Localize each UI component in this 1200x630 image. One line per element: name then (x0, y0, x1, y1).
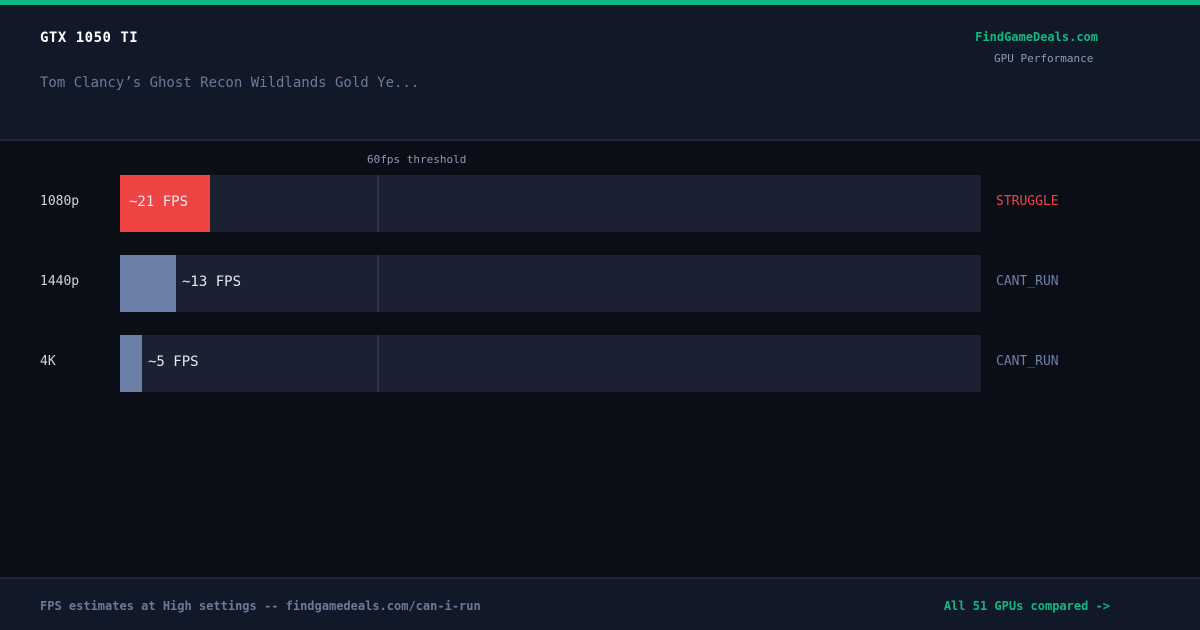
threshold-line (377, 175, 379, 232)
fps-value-label: ~5 FPS (148, 354, 199, 370)
bar-track: ~5 FPS (120, 335, 981, 392)
status-badge: CANT_RUN (996, 274, 1059, 289)
game-title: Tom Clancy’s Ghost Recon Wildlands Gold … (40, 75, 420, 91)
brand-subtitle: GPU Performance (994, 52, 1094, 65)
fps-bar (120, 335, 142, 392)
footer: FPS estimates at High settings -- findga… (0, 577, 1200, 630)
threshold-line (377, 335, 379, 392)
status-badge: STRUGGLE (996, 194, 1059, 209)
resolution-label: 4K (40, 354, 56, 369)
threshold-label: 60fps threshold (367, 153, 467, 166)
gpu-title: GTX 1050 TI (40, 30, 139, 46)
all-gpus-link[interactable]: All 51 GPUs compared -> (944, 599, 1110, 613)
fps-value-label: ~13 FPS (182, 274, 242, 290)
bar-track: ~21 FPS (120, 175, 981, 232)
threshold-line (377, 255, 379, 312)
footer-note: FPS estimates at High settings -- findga… (40, 599, 481, 613)
resolution-label: 1440p (40, 274, 80, 289)
bar-track: ~13 FPS (120, 255, 981, 312)
brand-link[interactable]: FindGameDeals.com (975, 30, 1098, 44)
status-badge: CANT_RUN (996, 354, 1059, 369)
fps-bar (120, 255, 176, 312)
header: GTX 1050 TI Tom Clancy’s Ghost Recon Wil… (0, 5, 1200, 141)
resolution-label: 1080p (40, 194, 80, 209)
fps-value-label: ~21 FPS (129, 194, 189, 210)
